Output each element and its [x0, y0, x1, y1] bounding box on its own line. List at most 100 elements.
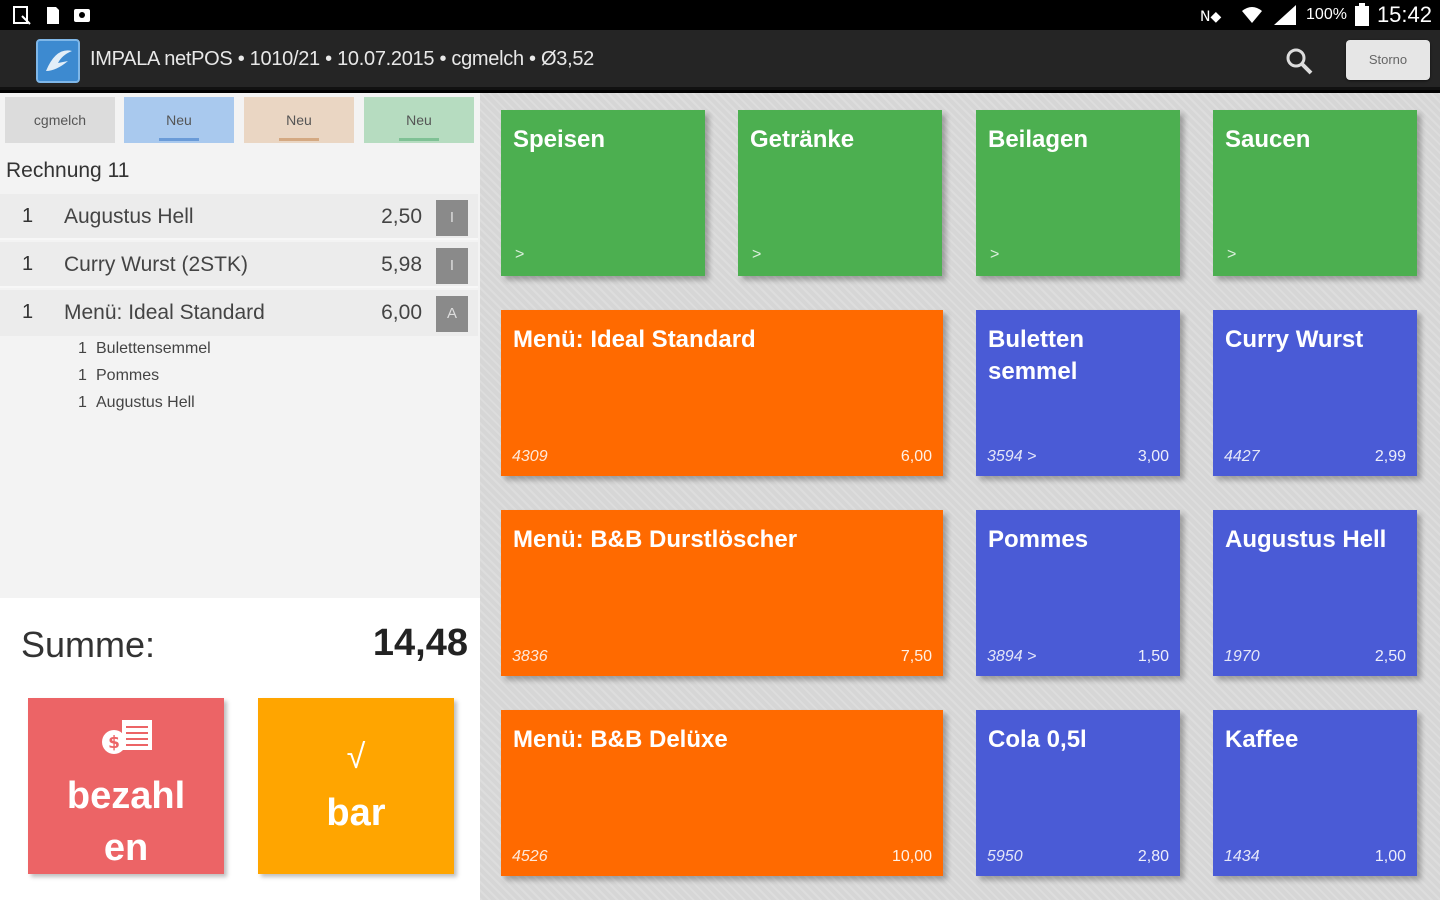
svg-text:$: $ — [108, 733, 120, 753]
invoice-title: Rechnung 11 — [6, 159, 130, 182]
tab-new-2[interactable]: Neu — [244, 97, 354, 143]
tile-price: 6,00 — [900, 448, 932, 465]
tile-name: Menü: Ideal Standard — [513, 326, 756, 353]
storno-button[interactable]: Storno — [1346, 40, 1430, 80]
tile-price: 2,99 — [1374, 448, 1406, 465]
tab-cgmelch[interactable]: cgmelch — [5, 97, 115, 143]
pay-label-line2: en — [103, 827, 149, 869]
sub-item: 1 Augustus Hell — [78, 394, 195, 412]
tile-code: 5950 — [987, 848, 1023, 865]
tile-price: 10,00 — [891, 848, 932, 865]
chevron-right-icon: > — [752, 246, 762, 263]
pay-button[interactable]: $ bezahl en — [28, 698, 224, 874]
search-icon[interactable] — [1284, 46, 1314, 76]
product-tile[interactable]: Buletten semmel 3594 > 3,00 — [976, 310, 1180, 476]
tile-code: 3594 > — [987, 448, 1037, 465]
order-tag-button[interactable]: I — [436, 248, 468, 284]
order-qty: 1 — [22, 205, 34, 227]
order-tag-button[interactable]: A — [436, 296, 468, 332]
tile-code: 3836 — [512, 648, 548, 665]
tab-label: Neu — [286, 112, 312, 128]
cash-label: bar — [326, 792, 386, 834]
sum-label: Summe: — [21, 624, 156, 665]
chevron-right-icon: > — [515, 246, 525, 263]
cash-button[interactable]: √ bar — [258, 698, 454, 874]
tile-name: Saucen — [1225, 126, 1311, 153]
product-tile[interactable]: Pommes 3894 > 1,50 — [976, 510, 1180, 676]
sub-item: 1 Bulettensemmel — [78, 340, 211, 358]
invoice-panel: cgmelch Neu Neu Neu Rechnung 11 1 August… — [0, 93, 480, 900]
order-price: 5,98 — [381, 253, 422, 276]
nfc-icon: N◆ — [1200, 9, 1221, 25]
tile-code: 1434 — [1224, 848, 1260, 865]
tab-label: Neu — [406, 112, 432, 128]
category-tile-saucen[interactable]: Saucen > — [1213, 110, 1417, 276]
sum-value: 14,48 — [372, 622, 468, 664]
product-tile[interactable]: Kaffee 1434 1,00 — [1213, 710, 1417, 876]
sub-item-name: Pommes — [96, 367, 160, 384]
product-tile[interactable]: Menü: B&B Delüxe 4526 10,00 — [501, 710, 943, 876]
product-grid: Speisen > Getränke > Beilagen > Saucen >… — [480, 93, 1440, 900]
tile-name: Menü: B&B Delüxe — [513, 726, 728, 753]
checkmark-icon: √ — [346, 738, 366, 776]
sub-item-qty: 1 — [78, 394, 87, 411]
order-price: 2,50 — [381, 205, 422, 228]
order-price: 6,00 — [381, 301, 422, 324]
product-tile[interactable]: Menü: B&B Durstlöscher 3836 7,50 — [501, 510, 943, 676]
category-tile-beilagen[interactable]: Beilagen > — [976, 110, 1180, 276]
tile-name: Speisen — [513, 126, 606, 153]
tab-label: Neu — [166, 112, 192, 128]
app-logo-icon[interactable] — [36, 39, 80, 83]
category-tile-speisen[interactable]: Speisen > — [501, 110, 705, 276]
order-row[interactable]: 1 Curry Wurst (2STK) 5,98 I — [0, 242, 478, 288]
action-bar: IMPALA netPOS • 1010/21 • 10.07.2015 • c… — [0, 30, 1440, 90]
order-qty: 1 — [22, 301, 34, 323]
tile-name: Beilagen — [988, 126, 1089, 153]
product-tile[interactable]: Cola 0,5l 5950 2,80 — [976, 710, 1180, 876]
order-name: Augustus Hell — [64, 205, 194, 228]
order-row[interactable]: 1 Menü: Ideal Standard 6,00 A — [0, 290, 478, 336]
clock: 15:42 — [1376, 2, 1432, 27]
photo-icon — [74, 9, 90, 22]
app-title: IMPALA netPOS • 1010/21 • 10.07.2015 • c… — [90, 48, 594, 70]
tile-name: Getränke — [750, 126, 855, 153]
sub-item: 1 Pommes — [78, 367, 159, 385]
order-row[interactable]: 1 Augustus Hell 2,50 I — [0, 194, 478, 240]
tile-name: Curry Wurst — [1225, 326, 1364, 353]
product-tile[interactable]: Augustus Hell 1970 2,50 — [1213, 510, 1417, 676]
sub-item-name: Bulettensemmel — [96, 340, 211, 357]
tile-name: Menü: B&B Durstlöscher — [513, 526, 798, 553]
tab-indicator — [399, 138, 439, 141]
chevron-right-icon: > — [990, 246, 1000, 263]
sub-item-qty: 1 — [78, 367, 87, 384]
tile-price: 2,50 — [1374, 648, 1406, 665]
tile-price: 3,00 — [1137, 448, 1169, 465]
tile-code: 4427 — [1224, 448, 1260, 465]
tab-new-3[interactable]: Neu — [364, 97, 474, 143]
sub-item-name: Augustus Hell — [96, 394, 195, 411]
tile-name: Kaffee — [1225, 726, 1299, 753]
product-tile[interactable]: Curry Wurst 4427 2,99 — [1213, 310, 1417, 476]
pay-label-line1: bezahl — [66, 775, 186, 817]
tile-price: 2,80 — [1137, 848, 1169, 865]
order-tag-button[interactable]: I — [436, 200, 468, 236]
tab-new-1[interactable]: Neu — [124, 97, 234, 143]
order-name: Menü: Ideal Standard — [64, 301, 265, 324]
tab-indicator — [279, 138, 319, 141]
cash-icon: $ — [102, 720, 152, 754]
tile-name: Pommes — [988, 526, 1089, 553]
sum-area: Summe: 14,48 $ bezahl en √ bar — [0, 598, 480, 900]
tile-code: 1970 — [1224, 648, 1260, 665]
order-name: Curry Wurst (2STK) — [64, 253, 248, 276]
tile-price: 1,50 — [1137, 648, 1169, 665]
signal-icon — [1274, 5, 1297, 25]
product-tile[interactable]: Menü: Ideal Standard 4309 6,00 — [501, 310, 943, 476]
svg-text:N◆: N◆ — [1200, 9, 1221, 25]
tile-name: Buletten semmel — [988, 326, 1084, 385]
tab-label: cgmelch — [33, 112, 87, 128]
tile-name: Cola 0,5l — [988, 726, 1087, 753]
battery-icon — [1354, 3, 1369, 26]
category-tile-getraenke[interactable]: Getränke > — [738, 110, 942, 276]
tab-indicator — [159, 138, 199, 141]
wifi-icon — [1242, 7, 1263, 23]
